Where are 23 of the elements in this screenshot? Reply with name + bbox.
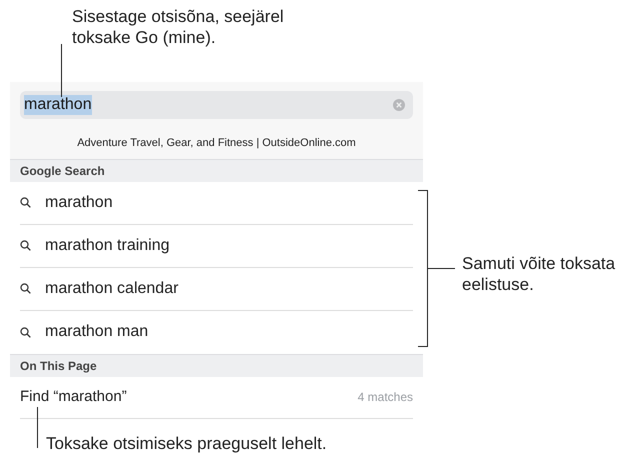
search-icon: [20, 240, 31, 251]
section-header: Google Search: [10, 158, 423, 182]
leader-line: [37, 407, 38, 448]
suggestion-text: marathon: [45, 192, 113, 212]
search-icon: [20, 326, 31, 338]
top-hit-link[interactable]: Adventure Travel, Gear, and Fitness | OutsideOnline.com: [77, 135, 356, 152]
search-field[interactable]: marathon: [20, 91, 413, 119]
section-header: On This Page: [10, 354, 423, 376]
search-icon: [20, 283, 31, 294]
suggestion-text: marathon man: [45, 322, 148, 342]
callout-text: Samuti võite toksata eelistuse.: [462, 253, 616, 295]
suggestion-text: marathon training: [45, 236, 170, 256]
callout-text: Sisestage otsisõna, seejärel toksake Go (mine).: [72, 6, 285, 48]
callout-text: Toksake otsimiseks praeguselt lehelt.: [46, 432, 328, 454]
suggestion-text: marathon calendar: [45, 278, 178, 298]
search-value: marathon: [24, 95, 92, 115]
leader-line: [61, 44, 62, 97]
suggestion-row[interactable]: marathon training: [20, 224, 413, 268]
match-count: 4 matches: [358, 389, 413, 406]
search-icon: [20, 197, 31, 208]
find-text: Find “marathon”: [20, 386, 127, 407]
clear-icon[interactable]: [393, 99, 405, 111]
suggestion-row[interactable]: marathon calendar: [20, 268, 413, 310]
